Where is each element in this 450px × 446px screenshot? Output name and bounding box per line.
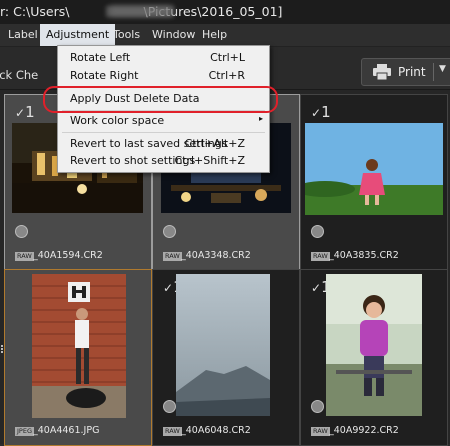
quick-check-button[interactable]: ick Che [0,68,38,82]
file-name: _40A3835.CR2 [329,250,399,261]
print-separator [433,63,434,81]
menu-separator [62,132,265,133]
rating-icon [311,225,324,238]
thumbnail-cell[interactable]: ✓1 RAW _40A9922.CR2 [300,269,448,446]
thumbnail-cell[interactable]: ✓1 RAW _40A3835.CR2 [300,94,448,271]
thumbnail-image [305,123,443,215]
check-mark-icon[interactable]: ✓1 [311,103,331,121]
file-type-badge: RAW [311,427,330,436]
print-dropdown-arrow-icon[interactable]: ▼ [439,64,446,74]
thumbnail-image [176,274,270,416]
highlight-circle [43,86,278,113]
rating-icon [163,225,176,238]
thumbnail-cell[interactable]: ✓1 RAW _40A6048.CR2 [152,269,300,446]
rating-icon [163,400,176,413]
file-name: _40A9922.CR2 [329,425,399,436]
file-type-badge: RAW [163,427,182,436]
menu-label[interactable]: Label [2,24,44,46]
menu-item-rotate-left[interactable]: Rotate Left Ctrl+L [58,49,269,67]
menu-bar: Label Adjustment Tools Window Help [0,24,450,47]
thumbnail-cell[interactable]: JPEG _40A4461.JPG [4,269,152,446]
thumbnail-image [32,274,126,418]
print-button[interactable]: Print ▼ [361,58,450,86]
menu-item-revert-last-saved[interactable]: Revert to last saved settings Ctrl+Alt+Z [58,135,269,153]
file-name: _40A3348.CR2 [181,250,251,261]
window-title-bar: r: C:\Users\ \Pictures\2016_05_01] [0,0,450,24]
menu-item-rotate-right[interactable]: Rotate Right Ctrl+R [58,67,269,85]
submenu-arrow-icon: ▸ [258,114,263,123]
file-type-badge: RAW [311,252,330,261]
menu-item-work-color-space[interactable]: Work color space ▸ [58,112,269,130]
redacted-username-overlay [106,6,174,17]
print-label: Print [398,65,426,79]
thumbnail-image [326,274,422,416]
file-type-badge: JPEG [15,427,34,436]
printer-icon [373,64,391,80]
file-name: _40A1594.CR2 [33,250,103,261]
check-mark-icon[interactable]: ✓1 [15,103,35,121]
rating-icon [15,225,28,238]
menu-window[interactable]: Window [146,24,201,46]
menu-tools[interactable]: Tools [107,24,146,46]
file-name: _40A4461.JPG [33,425,100,436]
menu-item-revert-shot-settings[interactable]: Revert to shot settings Ctrl+Shift+Z [58,152,269,170]
file-type-badge: RAW [163,252,182,261]
menu-adjustment[interactable]: Adjustment [40,24,116,46]
file-name: _40A6048.CR2 [181,425,251,436]
rating-icon [311,400,324,413]
file-type-badge: RAW [15,252,34,261]
menu-help[interactable]: Help [196,24,233,46]
